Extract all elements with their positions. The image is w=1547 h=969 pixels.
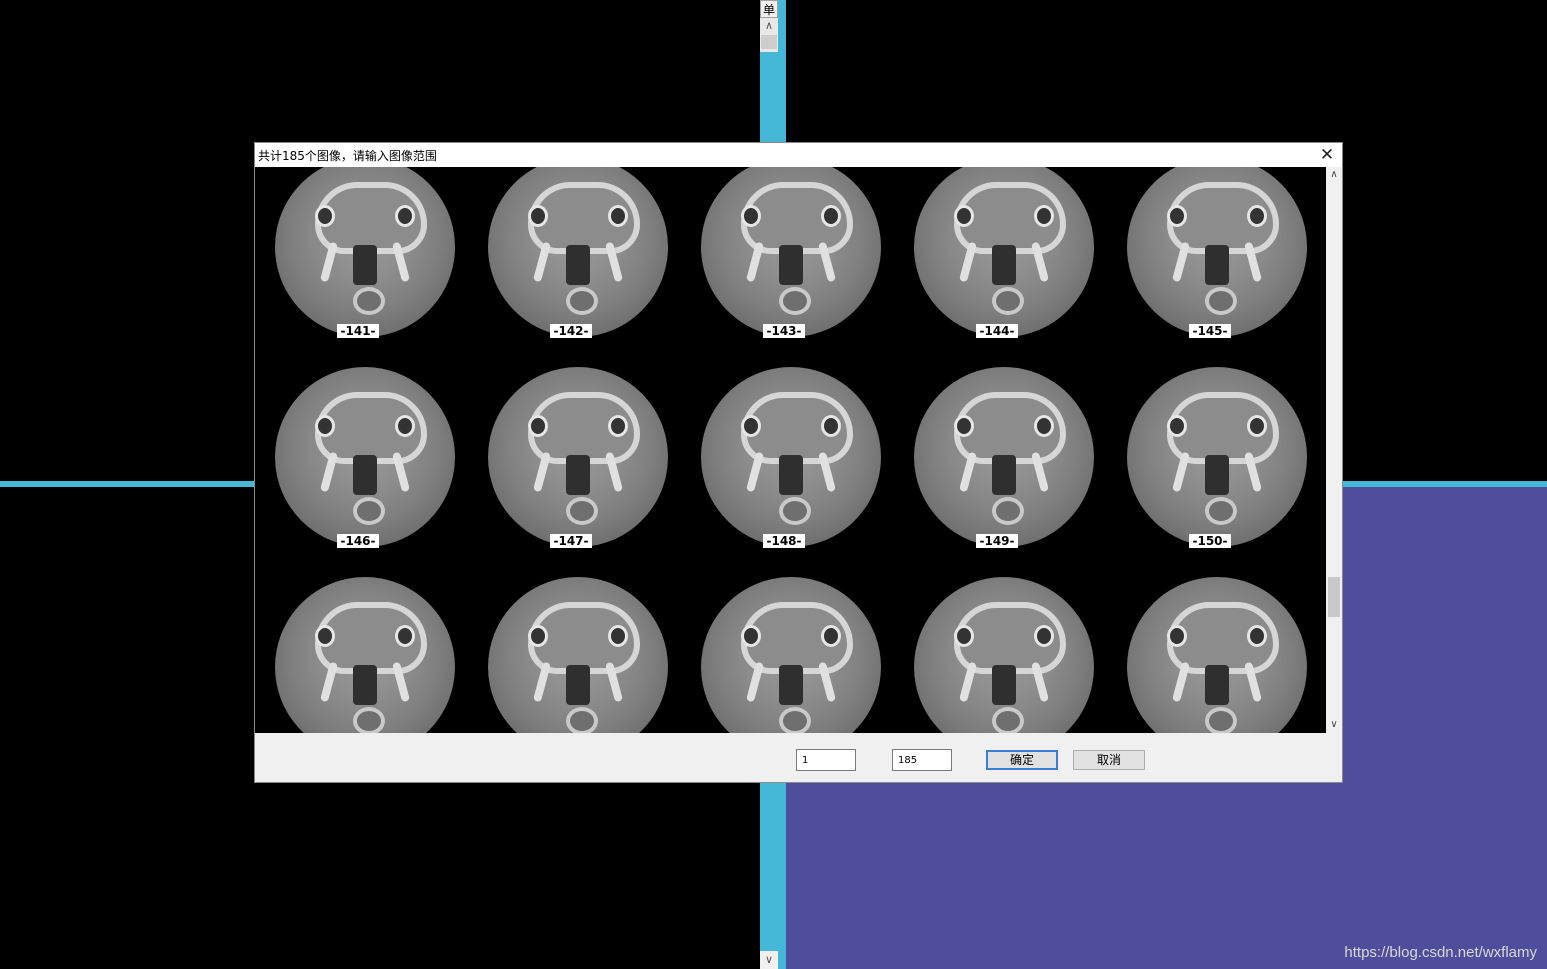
ct-thumbnail[interactable]	[1107, 573, 1320, 733]
ok-button[interactable]: 确定	[986, 750, 1058, 770]
ct-thumbnail[interactable]: -142-	[468, 167, 681, 363]
ct-scan-image	[488, 367, 668, 547]
ct-scan-image	[488, 577, 668, 733]
range-from-input[interactable]	[796, 749, 856, 771]
scroll-down-icon[interactable]: ∨	[760, 951, 778, 969]
horizontal-splitter-right[interactable]	[1343, 481, 1547, 487]
thumbnail-grid[interactable]: -141- -142- -143- -144- -145- -146- -147- -148-…	[255, 167, 1326, 733]
scroll-up-icon[interactable]: ∧	[760, 18, 778, 34]
ct-thumbnail[interactable]: -149-	[894, 363, 1107, 573]
dialog-titlebar: 共计185个图像，请输入图像范围 ✕	[255, 143, 1342, 167]
ct-thumbnail[interactable]	[894, 573, 1107, 733]
ct-scan-image	[914, 577, 1094, 733]
ct-scan-image	[1127, 577, 1307, 733]
ct-scan-image	[1127, 167, 1307, 337]
ct-scan-image	[275, 577, 455, 733]
dialog-footer: 确定 取消	[255, 733, 1342, 782]
scroll-down-icon[interactable]: ∨	[1326, 717, 1342, 733]
ct-thumbnail[interactable]: -141-	[255, 167, 468, 363]
scroll-up-icon[interactable]: ∧	[1326, 167, 1342, 183]
watermark: https://blog.csdn.net/wxflamy	[1344, 944, 1537, 961]
ct-scan-image	[701, 367, 881, 547]
thumbnail-label: -148-	[763, 534, 805, 548]
thumbnail-label: -146-	[337, 534, 379, 548]
ct-scan-image	[1127, 367, 1307, 547]
ct-thumbnail[interactable]: -148-	[681, 363, 894, 573]
thumbnail-label: -149-	[976, 534, 1018, 548]
scroll-thumb[interactable]	[761, 35, 777, 49]
ct-scan-image	[488, 167, 668, 337]
ct-thumbnail[interactable]: -145-	[1107, 167, 1320, 363]
top-panel-label: 单	[760, 0, 778, 18]
dialog-title: 共计185个图像，请输入图像范围	[258, 149, 437, 163]
ct-thumbnail[interactable]: -147-	[468, 363, 681, 573]
cancel-button[interactable]: 取消	[1073, 750, 1145, 770]
ct-scan-image	[701, 167, 881, 337]
ct-thumbnail[interactable]	[468, 573, 681, 733]
grid-scrollbar[interactable]: ∧ ∨	[1326, 167, 1342, 733]
ct-thumbnail[interactable]	[255, 573, 468, 733]
thumbnail-label: -150-	[1189, 534, 1231, 548]
scroll-thumb[interactable]	[1328, 577, 1340, 617]
image-range-dialog: 共计185个图像，请输入图像范围 ✕ -141- -142- -143- -144- -…	[254, 142, 1343, 783]
ct-thumbnail[interactable]: -150-	[1107, 363, 1320, 573]
thumbnail-label: -142-	[550, 324, 592, 338]
ct-scan-image	[914, 367, 1094, 547]
close-icon[interactable]: ✕	[1312, 143, 1342, 167]
ct-scan-image	[275, 367, 455, 547]
thumbnail-label: -145-	[1189, 324, 1231, 338]
thumbnail-label: -147-	[550, 534, 592, 548]
ct-thumbnail[interactable]: -144-	[894, 167, 1107, 363]
ct-scan-image	[701, 577, 881, 733]
ct-scan-image	[275, 167, 455, 337]
ct-thumbnail[interactable]: -146-	[255, 363, 468, 573]
ct-scan-image	[914, 167, 1094, 337]
top-scrollbar[interactable]: ∧	[760, 18, 778, 52]
range-to-input[interactable]	[892, 749, 952, 771]
thumbnail-label: -144-	[976, 324, 1018, 338]
ct-thumbnail[interactable]: -143-	[681, 167, 894, 363]
ct-thumbnail[interactable]	[681, 573, 894, 733]
thumbnail-label: -143-	[763, 324, 805, 338]
horizontal-splitter-left[interactable]	[0, 481, 254, 487]
thumbnail-label: -141-	[337, 324, 379, 338]
